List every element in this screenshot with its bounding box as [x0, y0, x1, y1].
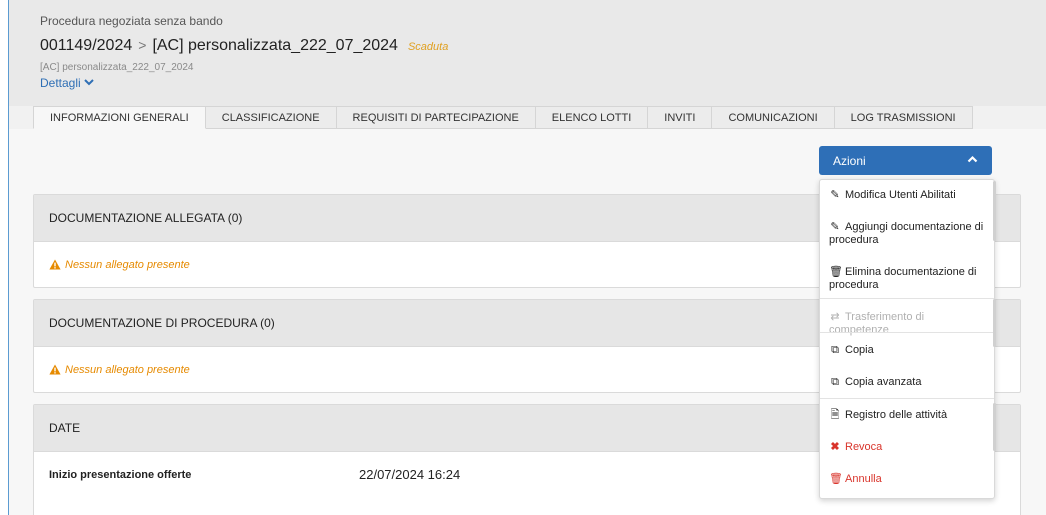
warning-icon — [49, 364, 61, 375]
trash-icon: 🗑 — [829, 266, 843, 278]
details-toggle[interactable]: Dettagli — [40, 76, 94, 90]
menu-item-aggiungi-documentazione[interactable]: ✎ Aggiungi documentazione di procedura — [820, 221, 994, 247]
tab-requisiti-partecipazione[interactable]: REQUISITI DI PARTECIPAZIONE — [336, 106, 536, 129]
menu-item-label: Registro delle attività — [845, 409, 948, 421]
menu-divider — [820, 298, 994, 299]
file-text-icon: 🗎 — [830, 409, 840, 421]
edit-icon: ✎ — [830, 221, 840, 233]
menu-item-trasferimento-competenze: ⇄ Trasferimento di competenze — [820, 311, 994, 337]
menu-item-label: Copia avanzata — [845, 376, 922, 388]
tab-inviti[interactable]: INVITI — [648, 106, 713, 129]
azioni-dropdown-menu: ✎ Modifica Utenti Abilitati ✎ Aggiungi doc… — [819, 179, 995, 499]
copy-icon: ⧉ — [831, 376, 839, 388]
menu-item-label: Elimina documentazione di procedura — [829, 266, 977, 291]
empty-message-text: Nessun allegato presente — [65, 363, 190, 376]
azioni-button[interactable]: Azioni — [819, 146, 992, 175]
breadcrumb-separator: > — [138, 37, 147, 53]
menu-scrollbar[interactable] — [993, 403, 996, 451]
menu-item-label: Revoca — [845, 441, 883, 453]
times-icon: ✖ — [830, 441, 840, 453]
menu-scrollbar[interactable] — [993, 299, 996, 347]
copy-icon: ⧉ — [831, 344, 839, 356]
tab-log-trasmissioni[interactable]: LOG TRASMISSIONI — [834, 106, 973, 129]
chevron-up-icon — [967, 154, 978, 168]
menu-item-label: Copia — [845, 344, 874, 356]
procedure-header: Procedura negoziata senza bando 001149/2… — [9, 0, 1046, 106]
menu-item-label: Modifica Utenti Abilitati — [845, 189, 956, 201]
trash-icon: 🗑 — [829, 473, 843, 485]
menu-item-copia[interactable]: ⧉ Copia — [820, 344, 994, 357]
menu-item-copia-avanzata[interactable]: ⧉ Copia avanzata — [820, 376, 994, 389]
menu-item-registro-attivita[interactable]: 🗎 Registro delle attività — [820, 409, 994, 422]
details-label: Dettagli — [40, 76, 81, 90]
edit-icon: ✎ — [830, 189, 840, 201]
menu-item-label: Aggiungi documentazione di procedura — [829, 221, 984, 246]
menu-divider — [820, 332, 994, 333]
menu-item-elimina-documentazione[interactable]: 🗑 Elimina documentazione di procedura — [820, 266, 994, 292]
procedure-subtitle: [AC] personalizzata_222_07_2024 — [40, 62, 194, 73]
menu-divider — [820, 398, 994, 399]
tab-comunicazioni[interactable]: COMUNICAZIONI — [712, 106, 835, 129]
tab-elenco-lotti[interactable]: ELENCO LOTTI — [535, 106, 649, 129]
menu-item-annulla[interactable]: 🗑 Annulla — [820, 473, 994, 486]
status-badge: Scaduta — [407, 41, 449, 53]
azioni-label: Azioni — [833, 153, 866, 168]
shuffle-icon: ⇄ — [830, 311, 840, 323]
tab-informazioni-generali[interactable]: INFORMAZIONI GENERALI — [33, 106, 206, 129]
procedure-code-link[interactable]: 001149/2024 — [40, 37, 132, 55]
menu-scrollbar[interactable] — [993, 181, 996, 241]
menu-item-revoca[interactable]: ✖ Revoca — [820, 441, 994, 454]
page-title: 001149/2024 > [AC] personalizzata_222_07… — [40, 37, 448, 55]
menu-item-modifica-utenti[interactable]: ✎ Modifica Utenti Abilitati — [820, 189, 994, 202]
tab-classificazione[interactable]: CLASSIFICAZIONE — [205, 106, 337, 129]
empty-message-text: Nessun allegato presente — [65, 258, 190, 271]
procedure-page: Procedura negoziata senza bando 001149/2… — [8, 0, 1046, 515]
date-value: 22/07/2024 16:24 — [359, 467, 461, 482]
chevron-down-icon — [83, 76, 94, 90]
tab-bar: INFORMAZIONI GENERALI CLASSIFICAZIONE RE… — [33, 106, 973, 130]
procedure-name: [AC] personalizzata_222_07_2024 — [152, 37, 398, 54]
menu-item-label: Annulla — [845, 473, 882, 485]
tab-content: Azioni DOCUMENTAZIONE ALLEGATA (0) Nessu… — [9, 129, 1046, 515]
warning-icon — [49, 259, 61, 270]
procedure-type: Procedura negoziata senza bando — [40, 14, 223, 28]
date-label: Inizio presentazione offerte — [49, 468, 192, 481]
